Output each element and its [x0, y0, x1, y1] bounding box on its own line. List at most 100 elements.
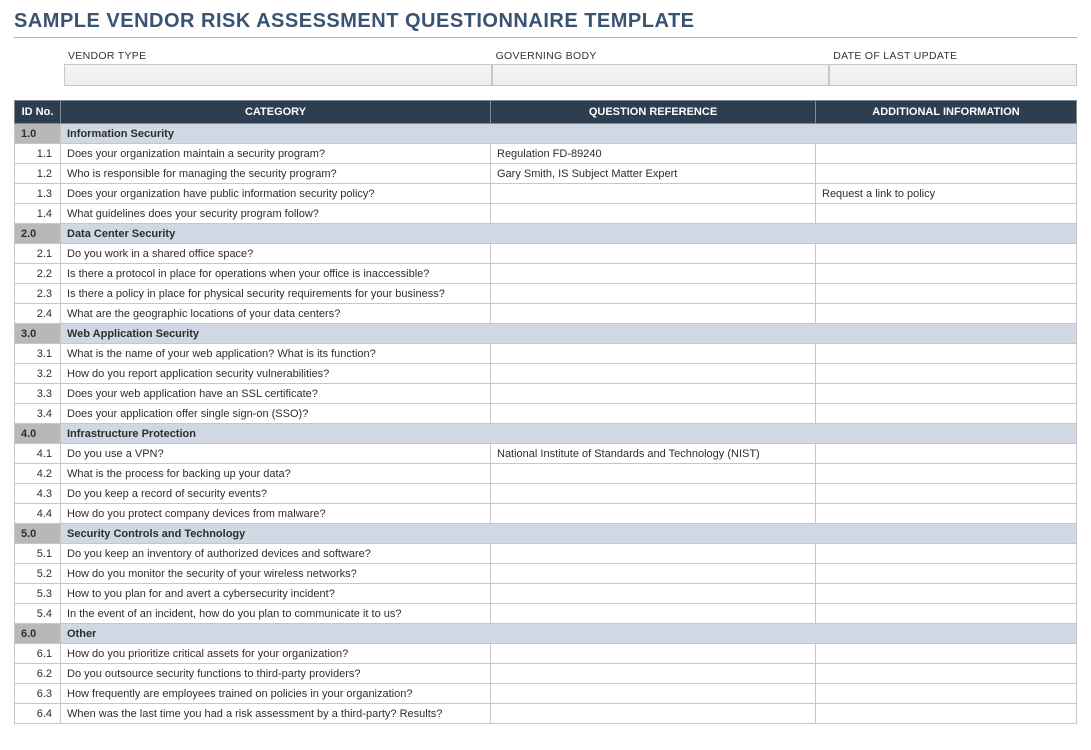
cell-reference: Gary Smith, IS Subject Matter Expert — [491, 164, 816, 184]
governing-body-field: GOVERNING BODY — [492, 48, 830, 86]
cell-additional — [816, 144, 1077, 164]
cell-reference — [491, 244, 816, 264]
table-row: 1.4What guidelines does your security pr… — [15, 204, 1077, 224]
cell-reference — [491, 604, 816, 624]
cell-reference — [491, 484, 816, 504]
cell-category: How to you plan for and avert a cybersec… — [61, 584, 491, 604]
table-row: 3.2How do you report application securit… — [15, 364, 1077, 384]
cell-category: When was the last time you had a risk as… — [61, 704, 491, 724]
table-row: 3.4Does your application offer single si… — [15, 404, 1077, 424]
cell-id: 5.0 — [15, 524, 61, 544]
cell-reference — [491, 364, 816, 384]
table-header-row: ID No. CATEGORY QUESTION REFERENCE ADDIT… — [15, 101, 1077, 124]
cell-category: Is there a protocol in place for operati… — [61, 264, 491, 284]
cell-category: Does your application offer single sign-… — [61, 404, 491, 424]
col-header-reference: QUESTION REFERENCE — [491, 101, 816, 124]
cell-id: 2.3 — [15, 284, 61, 304]
section-row: 2.0Data Center Security — [15, 224, 1077, 244]
cell-additional — [816, 384, 1077, 404]
cell-category: How do you prioritize critical assets fo… — [61, 644, 491, 664]
cell-id: 1.2 — [15, 164, 61, 184]
table-row: 4.1Do you use a VPN?National Institute o… — [15, 444, 1077, 464]
cell-category: How do you protect company devices from … — [61, 504, 491, 524]
cell-id: 3.2 — [15, 364, 61, 384]
cell-id: 5.2 — [15, 564, 61, 584]
table-row: 3.1What is the name of your web applicat… — [15, 344, 1077, 364]
cell-category: What are the geographic locations of you… — [61, 304, 491, 324]
table-row: 3.3Does your web application have an SSL… — [15, 384, 1077, 404]
cell-additional — [816, 304, 1077, 324]
section-row: 1.0Information Security — [15, 124, 1077, 144]
cell-additional — [816, 244, 1077, 264]
cell-reference — [491, 664, 816, 684]
cell-id: 6.2 — [15, 664, 61, 684]
cell-id: 4.0 — [15, 424, 61, 444]
cell-reference — [491, 384, 816, 404]
cell-section-title: Web Application Security — [61, 324, 1077, 344]
cell-category: Does your organization have public infor… — [61, 184, 491, 204]
cell-category: Do you use a VPN? — [61, 444, 491, 464]
table-row: 2.3Is there a policy in place for physic… — [15, 284, 1077, 304]
cell-id: 1.1 — [15, 144, 61, 164]
cell-section-title: Security Controls and Technology — [61, 524, 1077, 544]
cell-additional: Request a link to policy — [816, 184, 1077, 204]
cell-category: Is there a policy in place for physical … — [61, 284, 491, 304]
cell-category: Does your organization maintain a securi… — [61, 144, 491, 164]
cell-category: What is the process for backing up your … — [61, 464, 491, 484]
cell-reference — [491, 304, 816, 324]
table-row: 2.1Do you work in a shared office space? — [15, 244, 1077, 264]
table-row: 1.3Does your organization have public in… — [15, 184, 1077, 204]
cell-category: What guidelines does your security progr… — [61, 204, 491, 224]
section-row: 4.0Infrastructure Protection — [15, 424, 1077, 444]
col-header-id: ID No. — [15, 101, 61, 124]
section-row: 6.0Other — [15, 624, 1077, 644]
table-row: 5.4In the event of an incident, how do y… — [15, 604, 1077, 624]
cell-id: 3.0 — [15, 324, 61, 344]
cell-category: Do you outsource security functions to t… — [61, 664, 491, 684]
cell-category: How do you report application security v… — [61, 364, 491, 384]
cell-id: 2.4 — [15, 304, 61, 324]
cell-id: 3.4 — [15, 404, 61, 424]
cell-section-title: Data Center Security — [61, 224, 1077, 244]
cell-reference — [491, 684, 816, 704]
table-row: 1.1Does your organization maintain a sec… — [15, 144, 1077, 164]
section-row: 3.0Web Application Security — [15, 324, 1077, 344]
cell-additional — [816, 704, 1077, 724]
cell-id: 6.4 — [15, 704, 61, 724]
cell-additional — [816, 564, 1077, 584]
cell-additional — [816, 484, 1077, 504]
cell-category: What is the name of your web application… — [61, 344, 491, 364]
cell-id: 1.4 — [15, 204, 61, 224]
table-row: 4.3Do you keep a record of security even… — [15, 484, 1077, 504]
cell-id: 1.0 — [15, 124, 61, 144]
governing-body-input[interactable] — [492, 64, 830, 86]
cell-additional — [816, 284, 1077, 304]
cell-additional — [816, 544, 1077, 564]
vendor-type-input[interactable] — [64, 64, 492, 86]
cell-section-title: Other — [61, 624, 1077, 644]
cell-id: 6.1 — [15, 644, 61, 664]
cell-id: 4.4 — [15, 504, 61, 524]
cell-reference — [491, 404, 816, 424]
cell-additional — [816, 344, 1077, 364]
questionnaire-table: ID No. CATEGORY QUESTION REFERENCE ADDIT… — [14, 100, 1077, 724]
table-row: 5.1Do you keep an inventory of authorize… — [15, 544, 1077, 564]
cell-section-title: Information Security — [61, 124, 1077, 144]
governing-body-label: GOVERNING BODY — [492, 48, 830, 64]
date-label: DATE OF LAST UPDATE — [829, 48, 1077, 64]
cell-reference — [491, 264, 816, 284]
date-input[interactable] — [829, 64, 1077, 86]
cell-additional — [816, 604, 1077, 624]
table-row: 6.1How do you prioritize critical assets… — [15, 644, 1077, 664]
cell-category: Who is responsible for managing the secu… — [61, 164, 491, 184]
table-row: 1.2Who is responsible for managing the s… — [15, 164, 1077, 184]
table-row: 4.4How do you protect company devices fr… — [15, 504, 1077, 524]
meta-row: VENDOR TYPE GOVERNING BODY DATE OF LAST … — [64, 48, 1077, 86]
table-row: 2.4What are the geographic locations of … — [15, 304, 1077, 324]
table-row: 2.2Is there a protocol in place for oper… — [15, 264, 1077, 284]
cell-id: 5.3 — [15, 584, 61, 604]
cell-additional — [816, 404, 1077, 424]
cell-id: 2.2 — [15, 264, 61, 284]
cell-additional — [816, 584, 1077, 604]
table-row: 6.4When was the last time you had a risk… — [15, 704, 1077, 724]
